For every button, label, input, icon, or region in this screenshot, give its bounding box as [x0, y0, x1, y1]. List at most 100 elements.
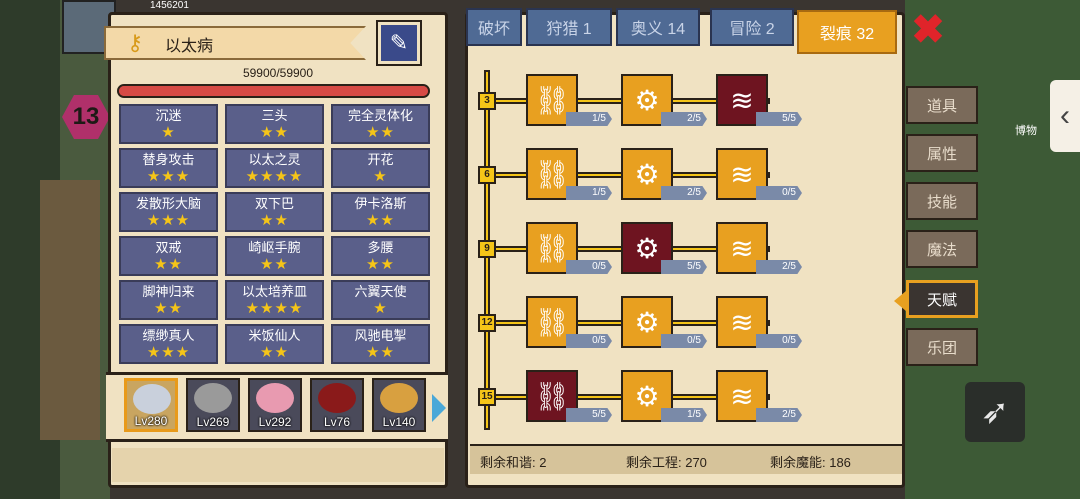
trait-cell[interactable]: 脚神归来 ★★ — [119, 280, 218, 320]
engineering-remaining: 剩余工程: 270 — [626, 455, 707, 470]
trait-stars: ★★ — [260, 124, 289, 141]
talent-count: 0/5 — [756, 186, 802, 200]
trait-name: 开花 — [367, 152, 394, 167]
trait-cell[interactable]: 伊卡洛斯 ★★ — [331, 192, 430, 232]
hero-portrait — [318, 383, 356, 413]
side-menu-item[interactable]: 天赋 — [906, 280, 978, 318]
trait-cell[interactable]: 双戒 ★★ — [119, 236, 218, 276]
player-id: 1456201 — [150, 0, 189, 11]
tier-level-marker: 15 — [478, 388, 496, 406]
key-icon: ⚷ — [126, 30, 144, 55]
tab-2[interactable]: 狩猎 1 — [526, 8, 612, 46]
trait-cell[interactable]: 三头 ★★ — [225, 104, 324, 144]
chevron-left-icon[interactable]: ‹ — [1050, 80, 1080, 152]
party-hero[interactable]: Lv76 — [310, 378, 364, 432]
trait-name: 双戒 — [155, 240, 182, 255]
side-menu-item[interactable]: 乐团 — [906, 328, 978, 366]
trait-cell[interactable]: 替身攻击 ★★★ — [119, 148, 218, 188]
hero-level: Lv280 — [134, 414, 168, 428]
tier-level-marker: 6 — [478, 166, 496, 184]
trait-cell[interactable]: 六翼天使 ★ — [331, 280, 430, 320]
trait-cell[interactable]: 崎岖手腕 ★★ — [225, 236, 324, 276]
trait-stars: ★★ — [366, 212, 395, 229]
trait-stars: ★★ — [260, 256, 289, 273]
side-menu-item[interactable]: 魔法 — [906, 230, 978, 268]
talent-count: 5/5 — [566, 408, 612, 422]
hp-bar-fill — [119, 86, 428, 96]
claw-icon: ≋ — [730, 84, 754, 116]
side-menu-item[interactable]: 属性 — [906, 134, 978, 172]
gear-icon: ⚙ — [634, 158, 660, 190]
tab-3[interactable]: 奥义 14 — [616, 8, 700, 46]
gear-icon: ⚙ — [634, 84, 660, 116]
trait-cell[interactable]: 多腰 ★★ — [331, 236, 430, 276]
trait-name: 以太之灵 — [248, 152, 301, 167]
trait-name: 三头 — [261, 108, 288, 123]
harmony-remaining: 剩余和谐: 2 — [480, 455, 547, 470]
side-menu-item[interactable]: 道具 — [906, 86, 978, 124]
trait-stars: ★★ — [154, 300, 183, 317]
trait-stars: ★★ — [260, 212, 289, 229]
side-menu-item[interactable]: 技能 — [906, 182, 978, 220]
tab-1[interactable]: 破坏 — [466, 8, 522, 46]
hero-portrait — [133, 384, 171, 414]
talent-count: 1/5 — [566, 186, 612, 200]
tier-level-marker: 12 — [478, 314, 496, 332]
link-icon: ⛓ — [534, 232, 570, 264]
trait-cell[interactable]: 开花 ★ — [331, 148, 430, 188]
trait-stars: ★ — [373, 300, 388, 317]
trait-cell[interactable]: 发散形大脑 ★★★ — [119, 192, 218, 232]
trait-name: 伊卡洛斯 — [354, 196, 407, 211]
trait-cell[interactable]: 米饭仙人 ★★ — [225, 324, 324, 364]
trait-cell[interactable]: 以太之灵 ★★★★ — [225, 148, 324, 188]
talent-count: 5/5 — [756, 112, 802, 126]
talent-count: 2/5 — [661, 186, 707, 200]
claw-icon: ≋ — [730, 380, 754, 412]
tab-4[interactable]: 冒险 2 — [710, 8, 794, 46]
hero-level: Lv140 — [382, 415, 416, 429]
trait-cell[interactable]: 缥缈真人 ★★★ — [119, 324, 218, 364]
trait-name: 发散形大脑 — [135, 196, 201, 211]
trait-name: 替身攻击 — [142, 152, 195, 167]
hero-level: Lv292 — [258, 415, 292, 429]
trait-cell[interactable]: 风驰电掣 ★★ — [331, 324, 430, 364]
talent-count: 2/5 — [756, 260, 802, 274]
gear-icon: ⚙ — [634, 232, 660, 264]
hero-portrait — [380, 383, 418, 413]
gear-icon: ⚙ — [634, 380, 660, 412]
resource-bar: 剩余和谐: 2 剩余工程: 270 剩余魔能: 186 — [470, 444, 902, 474]
trait-cell[interactable]: 双下巴 ★★ — [225, 192, 324, 232]
trait-stars: ★ — [373, 168, 388, 185]
claw-icon: ≋ — [730, 232, 754, 264]
trait-stars: ★★★★ — [245, 300, 304, 317]
claw-icon: ≋ — [730, 158, 754, 190]
talent-count: 0/5 — [566, 334, 612, 348]
party-hero[interactable]: Lv269 — [186, 378, 240, 432]
trait-name: 缥缈真人 — [142, 328, 195, 343]
party-hero[interactable]: Lv292 — [248, 378, 302, 432]
tab-5[interactable]: 裂痕 32 — [797, 10, 897, 54]
trait-name: 六翼天使 — [354, 284, 407, 299]
trait-cell[interactable]: 完全灵体化 ★★ — [331, 104, 430, 144]
party-hero[interactable]: Lv280 — [124, 378, 178, 432]
party-hero[interactable]: Lv140 — [372, 378, 426, 432]
bow-icon[interactable]: ➶ — [965, 382, 1025, 442]
syringe-button[interactable]: ✎ — [376, 20, 422, 66]
trait-stars: ★★ — [260, 344, 289, 361]
trait-stars: ★★★ — [146, 168, 191, 185]
claw-icon: ≋ — [730, 306, 754, 338]
close-icon[interactable]: ✖ — [908, 10, 948, 50]
trait-name: 米饭仙人 — [248, 328, 301, 343]
syringe-icon: ✎ — [389, 30, 409, 55]
link-icon: ⛓ — [534, 380, 570, 412]
gear-icon: ⚙ — [634, 306, 660, 338]
hero-portrait — [256, 383, 294, 413]
trait-stars: ★ — [161, 124, 176, 141]
talent-count: 0/5 — [756, 334, 802, 348]
next-arrow-icon[interactable] — [432, 394, 446, 422]
talent-count: 2/5 — [756, 408, 802, 422]
hero-level: Lv76 — [323, 415, 351, 429]
trait-cell[interactable]: 以太培养皿 ★★★★ — [225, 280, 324, 320]
museum-label: 博物 — [1015, 125, 1037, 137]
trait-cell[interactable]: 沉迷 ★ — [119, 104, 218, 144]
